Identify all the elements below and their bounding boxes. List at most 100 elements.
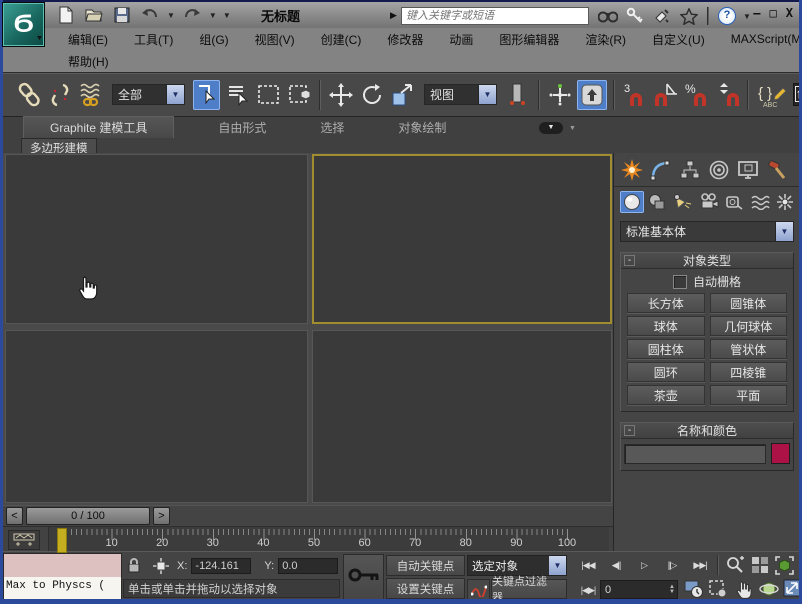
category-helpers[interactable] [722, 191, 746, 213]
communication-center-button[interactable] [651, 6, 673, 26]
menu-item[interactable]: 创建(C) [308, 31, 375, 48]
primitive-category-dropdown[interactable]: 标准基本体 ▼ [620, 221, 794, 242]
select-and-scale-button[interactable] [389, 80, 416, 110]
category-space-warps[interactable] [748, 191, 772, 213]
category-shapes[interactable] [646, 191, 670, 213]
viewport-bottom-right[interactable] [312, 330, 612, 503]
menu-item[interactable]: 编辑(E) [55, 31, 121, 48]
tab-utilities[interactable] [763, 158, 790, 182]
select-and-manipulate-button[interactable] [546, 80, 573, 110]
search-button[interactable] [597, 6, 619, 26]
collapse-icon[interactable]: - [624, 255, 635, 266]
snap-toggle-3d-button[interactable]: 3 [621, 80, 648, 110]
ribbon-tab[interactable]: 自由形式 [208, 117, 276, 138]
select-and-link-button[interactable] [15, 80, 42, 110]
application-menu-button[interactable]: Ϭ▼ [2, 2, 45, 47]
select-by-name-button[interactable] [224, 80, 251, 110]
key-mode-toggle-button[interactable]: |◀▶| [575, 580, 601, 600]
object-type-button[interactable]: 圆柱体 [627, 339, 705, 359]
object-color-swatch[interactable] [771, 443, 790, 464]
key-filters-button[interactable]: 关键点过滤器... [491, 579, 567, 599]
object-type-button[interactable]: 球体 [627, 316, 705, 336]
time-slider-next-button[interactable]: > [153, 507, 170, 525]
macro-recorder-pane[interactable] [4, 554, 121, 577]
default-in-out-tangents-button[interactable] [467, 579, 490, 601]
object-type-button[interactable]: 几何球体 [710, 316, 788, 336]
undo-dropdown[interactable]: ▼ [167, 11, 175, 20]
viewport-top-right-active[interactable] [312, 154, 612, 324]
menu-item[interactable]: 动画 [436, 31, 486, 48]
name-color-rollout-header[interactable]: - 名称和颜色 [621, 423, 793, 439]
ribbon-tab[interactable]: 对象绘制 [388, 117, 456, 138]
object-name-input[interactable] [624, 444, 766, 464]
menu-item[interactable]: 自定义(U) [639, 31, 718, 48]
frame-spinner[interactable]: ▲▼ [669, 585, 677, 595]
category-lights[interactable] [671, 191, 695, 213]
save-file-button[interactable] [111, 5, 133, 25]
menu-item[interactable]: 工具(T) [121, 31, 186, 48]
set-keys-button[interactable] [343, 554, 384, 600]
object-type-button[interactable]: 圆锥体 [710, 293, 788, 313]
orbit-view-button[interactable] [759, 579, 779, 599]
undo-button[interactable] [139, 5, 161, 25]
use-pivot-center-button[interactable] [505, 80, 532, 110]
time-slider-prev-button[interactable]: < [6, 507, 23, 525]
selection-filter-dropdown[interactable]: 全部 ▼ [112, 84, 185, 105]
absolute-offset-mode-toggle[interactable] [149, 556, 173, 576]
tab-hierarchy[interactable] [676, 158, 703, 182]
zoom-all-button[interactable] [748, 555, 771, 575]
category-systems[interactable] [773, 191, 797, 213]
category-cameras[interactable] [697, 191, 721, 213]
object-type-button[interactable]: 管状体 [710, 339, 788, 359]
viewport-top-left[interactable] [5, 154, 308, 324]
set-key-button[interactable]: 设置关键点 [386, 578, 465, 599]
ribbon-minimize-dropdown[interactable]: ▼ [569, 125, 576, 132]
edit-named-selection-sets-button[interactable]: { }ABC [755, 80, 789, 110]
help-button[interactable]: ? [716, 6, 738, 26]
play-button[interactable]: ▷ [631, 555, 657, 575]
close-button[interactable]: X [786, 6, 793, 20]
new-file-button[interactable] [55, 5, 77, 25]
spinner-snap-toggle-button[interactable] [714, 80, 741, 110]
autogrid-checkbox[interactable] [673, 275, 687, 289]
keyboard-shortcut-override-toggle[interactable] [577, 80, 607, 110]
go-to-end-button[interactable]: ▶▶| [687, 555, 713, 575]
window-crossing-toggle-button[interactable] [286, 80, 313, 110]
menu-item[interactable]: 渲染(R) [572, 31, 639, 48]
category-geometry[interactable] [620, 191, 644, 213]
maxscript-mini-listener[interactable]: Max to Physcs ( [3, 553, 122, 601]
tab-modify[interactable] [647, 158, 674, 182]
maximize-button[interactable]: □ [770, 6, 777, 20]
object-type-button[interactable]: 茶壶 [627, 385, 705, 405]
bind-to-space-warp-button[interactable] [77, 80, 104, 110]
select-object-button[interactable] [193, 80, 220, 110]
open-mini-curve-editor-button[interactable] [8, 530, 40, 550]
redo-dropdown[interactable]: ▼ [209, 11, 217, 20]
current-frame-field[interactable]: 0 ▲▼ [600, 580, 678, 599]
menu-item[interactable]: 帮助(H) [55, 53, 122, 70]
object-type-rollout-header[interactable]: - 对象类型 [621, 253, 793, 269]
rectangular-selection-region-button[interactable] [255, 80, 282, 110]
menu-item[interactable]: 修改器 [374, 31, 436, 48]
object-type-button[interactable]: 圆环 [627, 362, 705, 382]
unlink-selection-button[interactable] [46, 80, 73, 110]
search-input[interactable] [401, 7, 589, 25]
ribbon-tab[interactable]: Graphite 建模工具 [23, 116, 174, 138]
listener-pane[interactable]: Max to Physcs ( [4, 577, 121, 601]
favorites-button[interactable] [678, 6, 700, 26]
redo-button[interactable] [181, 5, 203, 25]
select-and-rotate-button[interactable] [358, 80, 385, 110]
menu-item[interactable]: 组(G) [186, 31, 241, 48]
menu-item[interactable]: MAXScript(M) [718, 32, 802, 46]
search-flyout-arrow[interactable]: ▶ [390, 10, 397, 21]
next-frame-button[interactable]: ||▷ [659, 555, 685, 575]
tab-motion[interactable] [705, 158, 732, 182]
select-and-move-button[interactable] [327, 80, 354, 110]
auto-key-button[interactable]: 自动关键点 [386, 555, 465, 576]
selection-lock-toggle[interactable] [123, 556, 145, 576]
license-button[interactable] [624, 6, 646, 26]
open-file-button[interactable] [83, 5, 105, 25]
collapse-icon[interactable]: - [624, 425, 635, 436]
menu-item[interactable]: 图形编辑器 [486, 31, 572, 48]
previous-frame-button[interactable]: ◀|| [603, 555, 629, 575]
